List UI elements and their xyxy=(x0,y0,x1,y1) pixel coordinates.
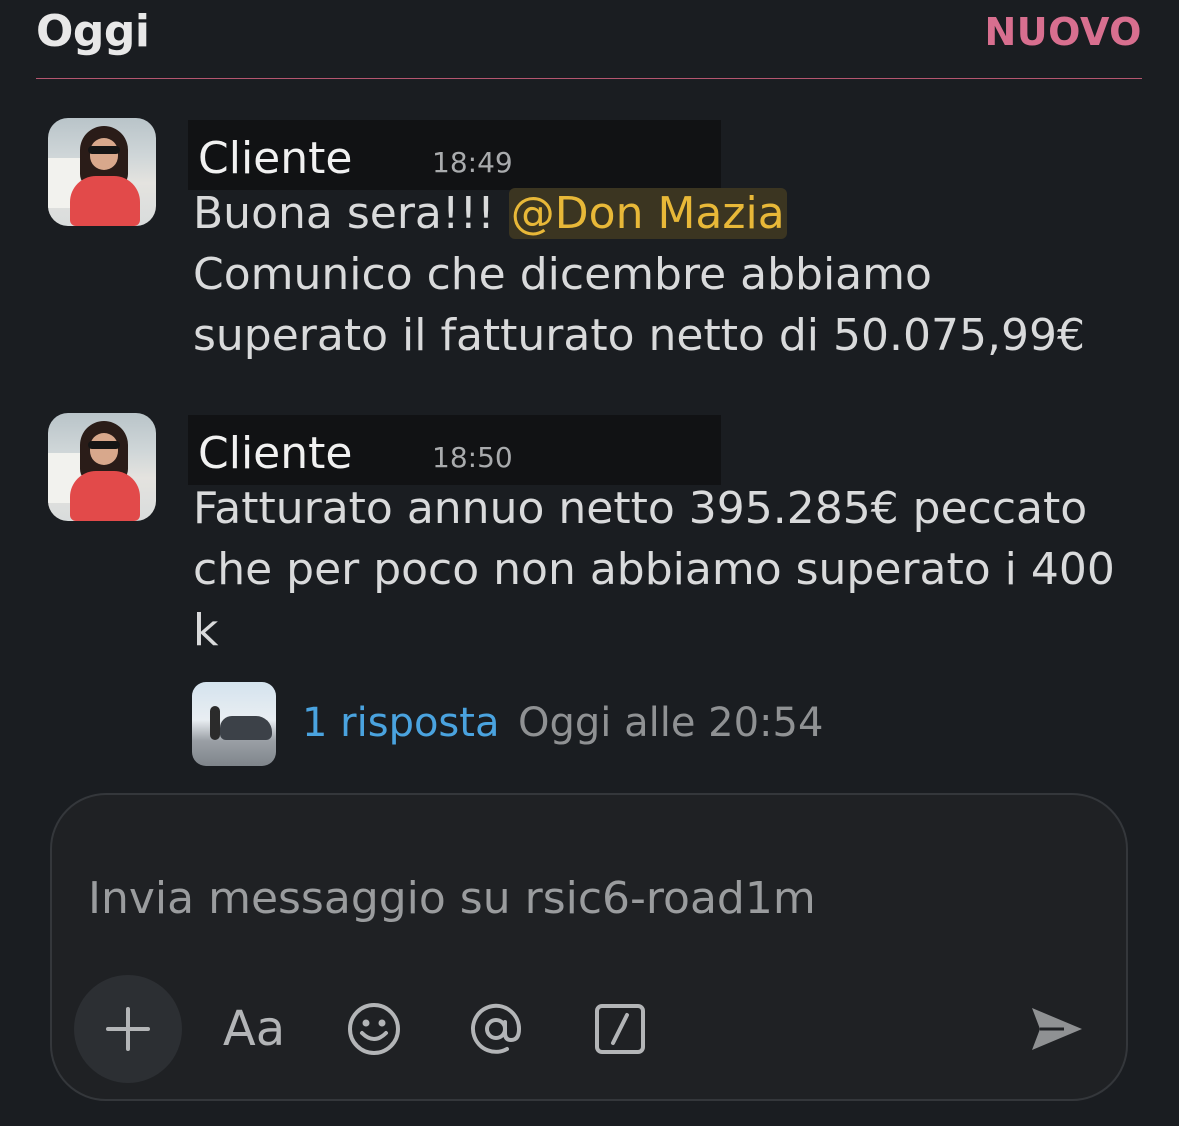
message-time: 18:50 xyxy=(432,441,513,474)
avatar[interactable] xyxy=(48,413,156,521)
mention-button[interactable] xyxy=(464,975,528,1083)
send-icon xyxy=(1032,1008,1082,1050)
message-text-line: superato il fatturato netto di 50.075,99… xyxy=(193,310,1085,361)
day-header: Oggi NUOVO xyxy=(36,0,1142,79)
day-title: Oggi xyxy=(36,6,150,57)
message-text-line: che per poco non abbiamo superato i 400 xyxy=(193,544,1115,595)
message-author[interactable]: Cliente xyxy=(198,428,352,479)
message-author[interactable]: Cliente xyxy=(198,133,352,184)
at-icon xyxy=(471,1003,522,1054)
emoji-button[interactable] xyxy=(342,975,406,1083)
message-input[interactable] xyxy=(86,867,1070,929)
shortcuts-button[interactable] xyxy=(590,975,650,1083)
new-messages-label[interactable]: NUOVO xyxy=(985,10,1143,54)
message-text-line: Comunico che dicembre abbiamo xyxy=(193,249,932,300)
format-button[interactable]: Aa xyxy=(212,975,296,1083)
message-text-line: k xyxy=(193,605,219,656)
message-time: 18:49 xyxy=(432,146,513,179)
avatar[interactable] xyxy=(48,118,156,226)
plus-icon xyxy=(106,1007,150,1051)
smiley-icon xyxy=(348,1003,400,1055)
thread-replies[interactable]: 1 risposta Oggi alle 20:54 xyxy=(192,682,1092,766)
reply-time: Oggi alle 20:54 xyxy=(518,700,824,746)
reply-count-link[interactable]: 1 risposta xyxy=(302,700,499,746)
attach-button[interactable] xyxy=(74,975,182,1083)
reply-avatar xyxy=(192,682,276,766)
user-mention[interactable]: @Don Mazia xyxy=(508,188,787,239)
message-text-line: Fatturato annuo netto 395.285€ peccato xyxy=(193,483,1088,534)
slash-command-icon xyxy=(595,1004,645,1054)
message-composer: Aa xyxy=(50,793,1128,1101)
message-text-line: Buona sera!!! @Don Mazia xyxy=(193,188,787,239)
send-button[interactable] xyxy=(1022,975,1092,1083)
